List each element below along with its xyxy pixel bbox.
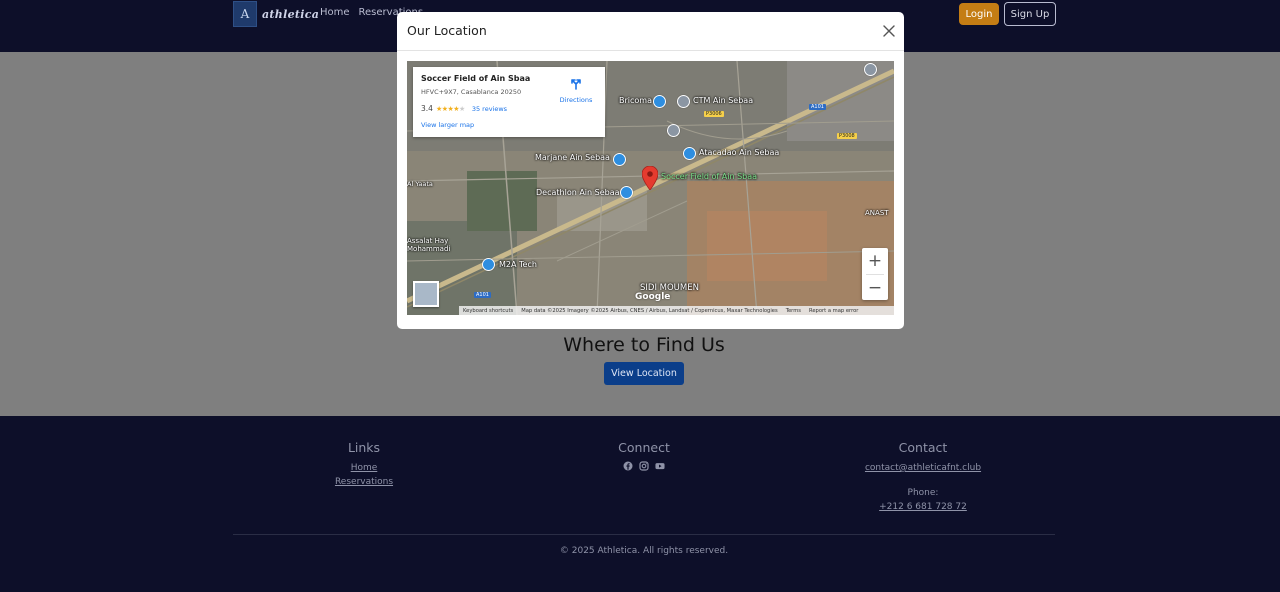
brand-name[interactable]: athletica (262, 8, 319, 21)
road-badge-a101: A101 (809, 104, 826, 110)
road-badge-a101-bottom: A101 (474, 292, 491, 298)
landmark-poi-icon[interactable] (667, 124, 680, 137)
section-title: Where to Find Us (563, 334, 725, 356)
close-icon[interactable] (880, 22, 898, 40)
place-info-card: Soccer Field of Ain Sbaa HFVC+9X7, Casab… (413, 67, 605, 137)
brand-logo[interactable]: A (233, 1, 257, 27)
copyright: © 2025 Athletica. All rights reserved. (559, 546, 729, 556)
footer-links-column: Links Home Reservations (314, 440, 414, 489)
rating-row: 3.4 ★★★★★ 35 reviews (421, 104, 507, 113)
store-poi-icon[interactable] (620, 186, 633, 199)
map-label-anast: ANAST (865, 209, 889, 217)
stars-filled: ★★★★ (435, 104, 460, 113)
map-layer-toggle[interactable] (413, 281, 439, 307)
footer-links-title: Links (347, 440, 381, 455)
rating-value: 3.4 (421, 104, 433, 113)
map-label-soccer-field: Soccer Field of Ain Sbaa (661, 172, 758, 181)
store-poi-icon[interactable] (482, 258, 495, 271)
contact-phone-link[interactable]: +212 6 681 728 72 (843, 500, 1003, 514)
phone-label: Phone: (907, 488, 939, 498)
footer-link-home[interactable]: Home (314, 461, 414, 475)
directions-icon (571, 79, 581, 90)
map-label-decathlon: Decathlon Ain Sebaa (536, 188, 620, 197)
cart-poi-icon[interactable] (613, 153, 626, 166)
modal-title: Our Location (407, 23, 487, 38)
facebook-icon[interactable] (623, 461, 633, 471)
place-name: Soccer Field of Ain Sbaa (421, 74, 531, 83)
road-badge-p3006: P3006 (704, 111, 724, 117)
bus-station-poi-icon[interactable] (677, 95, 690, 108)
terms-link[interactable]: Terms (786, 308, 801, 314)
map-attribution: Keyboard shortcuts Map data ©2025 Imager… (459, 306, 894, 315)
shopping-poi-icon[interactable] (653, 95, 666, 108)
stars-empty: ★ (459, 104, 465, 113)
view-location-button[interactable]: View Location (604, 362, 684, 385)
signup-button[interactable]: Sign Up (1004, 2, 1056, 26)
map-label-ctm: CTM Ain Sebaa (693, 96, 754, 105)
directions-button[interactable]: Directions (556, 75, 596, 104)
rating-stars-icon: ★★★★★ (436, 105, 465, 113)
footer-connect-title: Connect (618, 440, 670, 455)
location-modal: Our Location Bricoma CTM Ain Sebaa Marja… (397, 12, 904, 329)
cart-poi-icon[interactable] (683, 147, 696, 160)
footer-connect-column: Connect (594, 440, 694, 471)
map-data-text: Map data ©2025 Imagery ©2025 Airbus, CNE… (521, 307, 778, 314)
map-label-hay-mohammadi: Assalat Hay Mohammadi (407, 237, 451, 253)
footer-contact-title: Contact (898, 440, 948, 455)
report-error-link[interactable]: Report a map error (809, 308, 858, 314)
contact-email-link[interactable]: contact@athleticafnt.club (843, 461, 1003, 475)
view-larger-map-link[interactable]: View larger map (421, 121, 474, 129)
map-label-m2a: M2A Tech (499, 260, 537, 269)
brand[interactable]: A athletica (233, 1, 319, 27)
footer-contact-column: Contact contact@athleticafnt.club Phone:… (843, 440, 1003, 514)
place-address: HFVC+9X7, Casablanca 20250 (421, 88, 522, 96)
location-pin-icon[interactable] (642, 166, 658, 190)
embedded-map[interactable]: Bricoma CTM Ain Sebaa Marjane Ain Sebaa … (407, 61, 894, 315)
instagram-icon[interactable] (639, 461, 649, 471)
footer-link-reservations[interactable]: Reservations (314, 475, 414, 489)
map-label-bricoma: Bricoma (619, 96, 652, 105)
zoom-control: + − (862, 248, 888, 300)
reviews-link[interactable]: 35 reviews (472, 105, 507, 113)
keyboard-shortcuts-link[interactable]: Keyboard shortcuts (463, 308, 513, 314)
footer: Links Home Reservations Connect Contact … (0, 416, 1280, 592)
login-button[interactable]: Login (959, 3, 999, 25)
zoom-in-button[interactable]: + (862, 248, 888, 274)
map-label-atacadao: Atacadao Ain Sebaa (699, 148, 780, 157)
directions-label: Directions (559, 96, 593, 104)
map-label-ain-yaata: Al Yaata (407, 180, 433, 188)
google-logo: Google (635, 292, 671, 302)
zoom-out-button[interactable]: − (862, 275, 888, 301)
footer-divider (233, 534, 1055, 535)
modal-header: Our Location (397, 12, 904, 51)
map-label-marjane: Marjane Ain Sebaa (535, 153, 610, 162)
road-badge-p3008: P3008 (837, 133, 857, 139)
youtube-icon[interactable] (655, 461, 665, 471)
place-poi-icon[interactable] (864, 63, 877, 76)
social-icons (594, 461, 694, 471)
nav-link-home[interactable]: Home (320, 7, 350, 18)
